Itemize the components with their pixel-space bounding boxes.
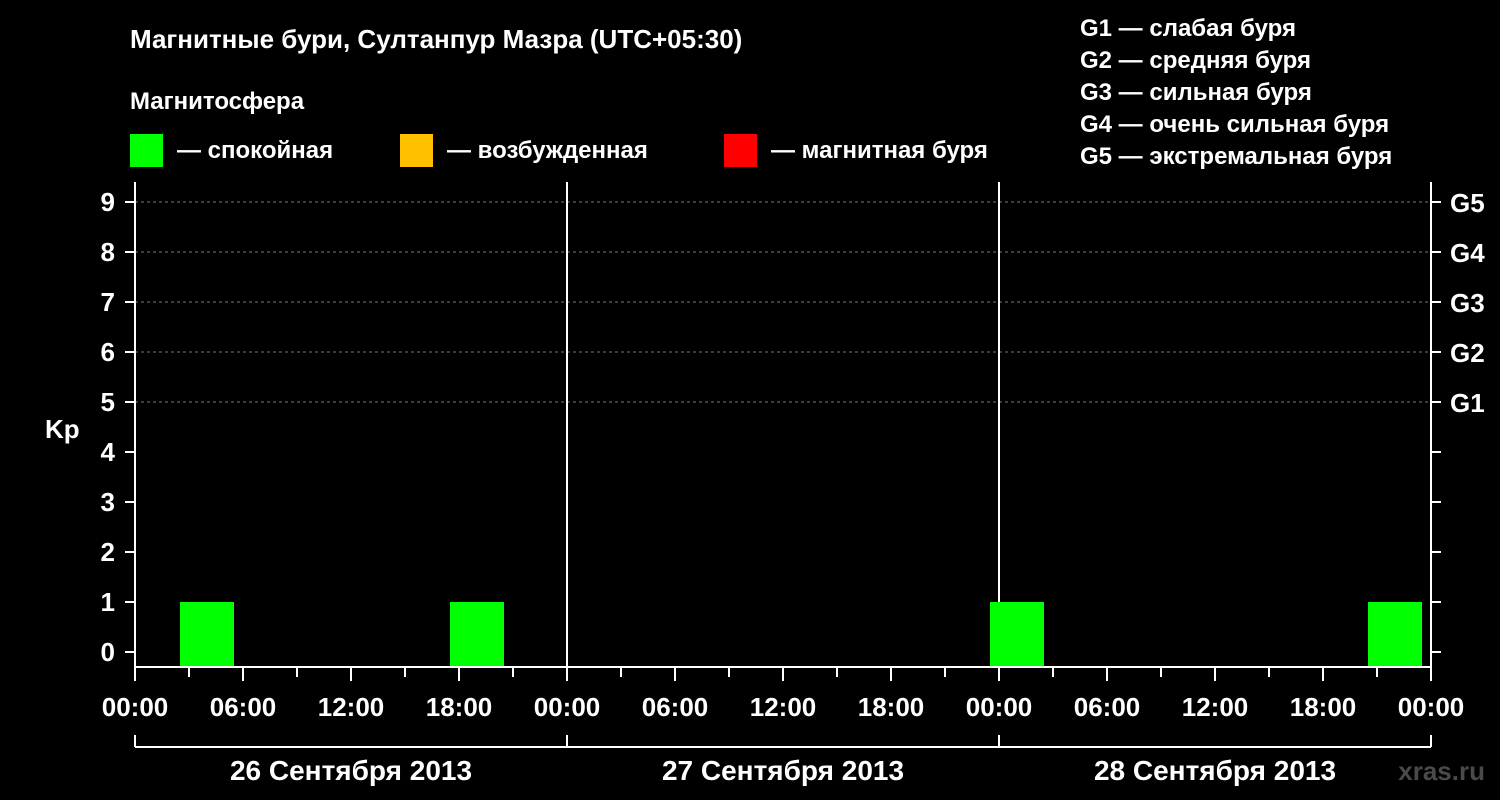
storm-scale-legend: G1 — слабая буря G2 — средняя буря G3 — си… (1080, 15, 1392, 170)
storm-tick-label: G5 (1450, 188, 1485, 218)
y-tick-label: 4 (101, 437, 116, 467)
legend-swatch (400, 134, 433, 167)
x-axis: 00:00 06:00 12:00 18:00 00:00 06:00 12:00 18:00… (102, 667, 1465, 722)
x-tick-label: 12:00 (1182, 692, 1249, 722)
storm-scale-item: G5 — экстремальная буря (1080, 143, 1392, 170)
legend-swatch (724, 134, 757, 167)
y-tick-label: 5 (101, 387, 115, 417)
storm-tick-label: G3 (1450, 288, 1485, 318)
legend: — спокойная — возбужденная — магнитная бур… (130, 134, 988, 167)
x-tick-label: 00:00 (966, 692, 1033, 722)
y-tick-label: 8 (101, 237, 115, 267)
y-axis: 0 1 2 3 4 5 6 7 8 9 (101, 187, 135, 667)
storm-scale-item: G2 — средняя буря (1080, 47, 1311, 74)
x-tick-label: 06:00 (210, 692, 277, 722)
plot-frame (134, 182, 1432, 668)
storm-tick-label: G4 (1450, 238, 1485, 268)
legend-title: Магнитосфера (130, 88, 305, 115)
legend-label: — магнитная буря (771, 137, 988, 164)
storm-scale-item: G3 — сильная буря (1080, 79, 1312, 106)
chart-title: Магнитные бури, Султанпур Мазра (UTC+05:… (130, 24, 742, 54)
x-tick-label: 00:00 (1398, 692, 1465, 722)
legend-label: — спокойная (177, 137, 333, 164)
x-tick-label: 12:00 (750, 692, 817, 722)
x-tick-label: 00:00 (102, 692, 169, 722)
legend-label: — возбужденная (447, 137, 648, 164)
day-label: 27 Сентября 2013 (662, 755, 904, 786)
y-tick-label: 1 (101, 587, 115, 617)
storm-axis: G1 G2 G3 G4 G5 (1431, 188, 1485, 653)
x-tick-label: 06:00 (1074, 692, 1141, 722)
x-tick-label: 06:00 (642, 692, 709, 722)
y-tick-label: 0 (101, 637, 115, 667)
y-tick-label: 3 (101, 487, 115, 517)
grid (135, 182, 1431, 667)
day-label: 28 Сентября 2013 (1094, 755, 1336, 786)
storm-tick-label: G1 (1450, 388, 1485, 418)
bars (180, 602, 1422, 667)
day-axis: 26 Сентября 2013 27 Сентября 2013 28 Сентя… (134, 735, 1432, 786)
x-tick-label: 18:00 (1290, 692, 1357, 722)
y-tick-label: 6 (101, 337, 115, 367)
storm-tick-label: G2 (1450, 338, 1485, 368)
y-tick-label: 9 (101, 187, 115, 217)
watermark: xras.ru (1398, 756, 1485, 786)
legend-swatch (130, 134, 163, 167)
kp-bar (1368, 602, 1422, 667)
kp-bar (450, 602, 504, 667)
storm-scale-item: G1 — слабая буря (1080, 15, 1296, 42)
kp-chart: Магнитные бури, Султанпур Мазра (UTC+05:… (45, 15, 1485, 786)
storm-scale-item: G4 — очень сильная буря (1080, 111, 1389, 138)
kp-bar (990, 602, 1044, 667)
x-tick-label: 00:00 (534, 692, 601, 722)
kp-bar (180, 602, 234, 667)
x-tick-label: 18:00 (426, 692, 493, 722)
x-tick-label: 18:00 (858, 692, 925, 722)
y-tick-label: 2 (101, 537, 115, 567)
y-axis-label: Kp (45, 414, 80, 444)
day-label: 26 Сентября 2013 (230, 755, 472, 786)
x-tick-label: 12:00 (318, 692, 385, 722)
y-tick-label: 7 (101, 287, 115, 317)
